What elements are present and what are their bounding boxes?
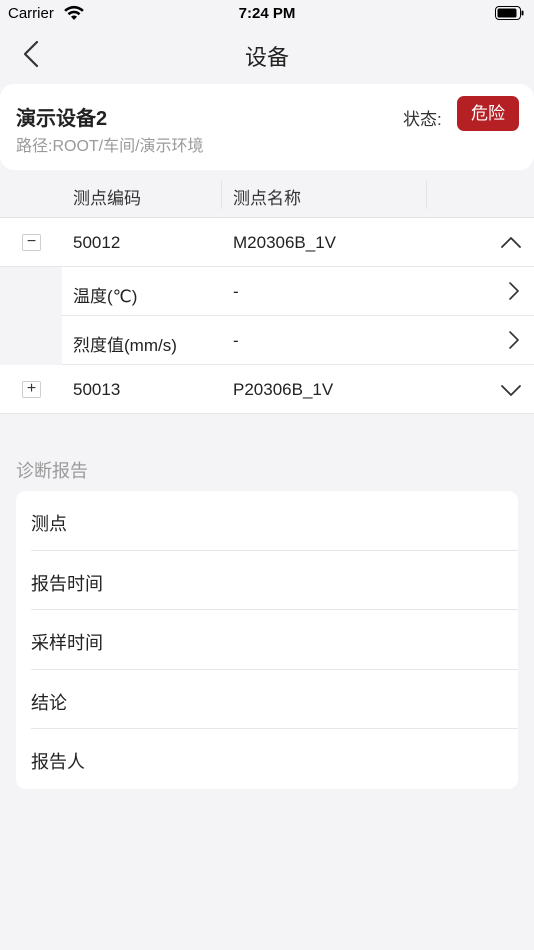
report-item-report-time: 报告时间 — [16, 551, 518, 611]
parameter-row[interactable]: 温度(℃) - — [0, 267, 534, 316]
report-item-label: 报告人 — [31, 752, 85, 773]
column-header-name: 测点名称 — [233, 189, 301, 208]
table-row[interactable]: + 50013 P20306B_1V — [0, 365, 534, 414]
parameter-value: - — [233, 282, 239, 301]
parameter-row[interactable]: 烈度值(mm/s) - — [0, 316, 534, 365]
report-item-reporter: 报告人 — [16, 729, 518, 789]
status-label: 状态: — [403, 110, 442, 129]
table-header: 测点编码 测点名称 — [0, 170, 534, 218]
device-name: 演示设备2 — [16, 108, 108, 130]
chevron-right-icon[interactable] — [508, 330, 520, 350]
report-item-label: 测点 — [31, 514, 67, 534]
parameter-name: 温度(℃) — [73, 287, 138, 306]
report-item-sample-time: 采样时间 — [16, 610, 518, 670]
point-code: 50012 — [73, 233, 121, 252]
table-row[interactable]: − 50012 M20306B_1V — [0, 218, 534, 267]
measurement-point-table: 测点编码 测点名称 − 50012 M20306B_1V 温度(℃) - 烈度值… — [0, 170, 534, 414]
navigation-bar: 设备 — [0, 27, 534, 79]
parameter-name: 烈度值(mm/s) — [73, 336, 177, 355]
point-name: M20306B_1V — [233, 233, 337, 252]
collapse-toggle[interactable]: − — [22, 234, 41, 251]
point-code: 50013 — [73, 380, 121, 399]
clock: 7:24 PM — [238, 5, 296, 22]
expand-toggle[interactable]: + — [22, 381, 41, 398]
status-badge: 危险 — [457, 96, 519, 131]
page-title: 设备 — [244, 45, 289, 70]
status-bar: Carrier 7:24 PM — [0, 0, 534, 27]
chevron-right-icon[interactable] — [508, 281, 520, 301]
column-divider — [221, 181, 222, 209]
device-info-card: 演示设备2 路径:ROOT/车间/演示环境 状态: 危险 — [0, 84, 534, 170]
report-item-label: 报告时间 — [31, 573, 103, 594]
report-card: 测点 报告时间 采样时间 结论 报告人 — [16, 491, 518, 789]
chevron-down-icon[interactable] — [500, 380, 522, 400]
report-item-point: 测点 — [16, 491, 518, 551]
column-divider — [426, 181, 427, 209]
parameter-value: - — [233, 331, 239, 350]
point-name: P20306B_1V — [233, 380, 334, 399]
report-section-title: 诊断报告 — [16, 461, 88, 481]
chevron-up-icon[interactable] — [500, 233, 522, 253]
report-item-conclusion: 结论 — [16, 670, 518, 730]
report-item-label: 采样时间 — [31, 633, 103, 654]
device-path: 路径:ROOT/车间/演示环境 — [16, 138, 204, 155]
battery-icon — [495, 6, 524, 20]
column-header-code: 测点编码 — [73, 189, 141, 208]
report-item-label: 结论 — [31, 692, 67, 713]
